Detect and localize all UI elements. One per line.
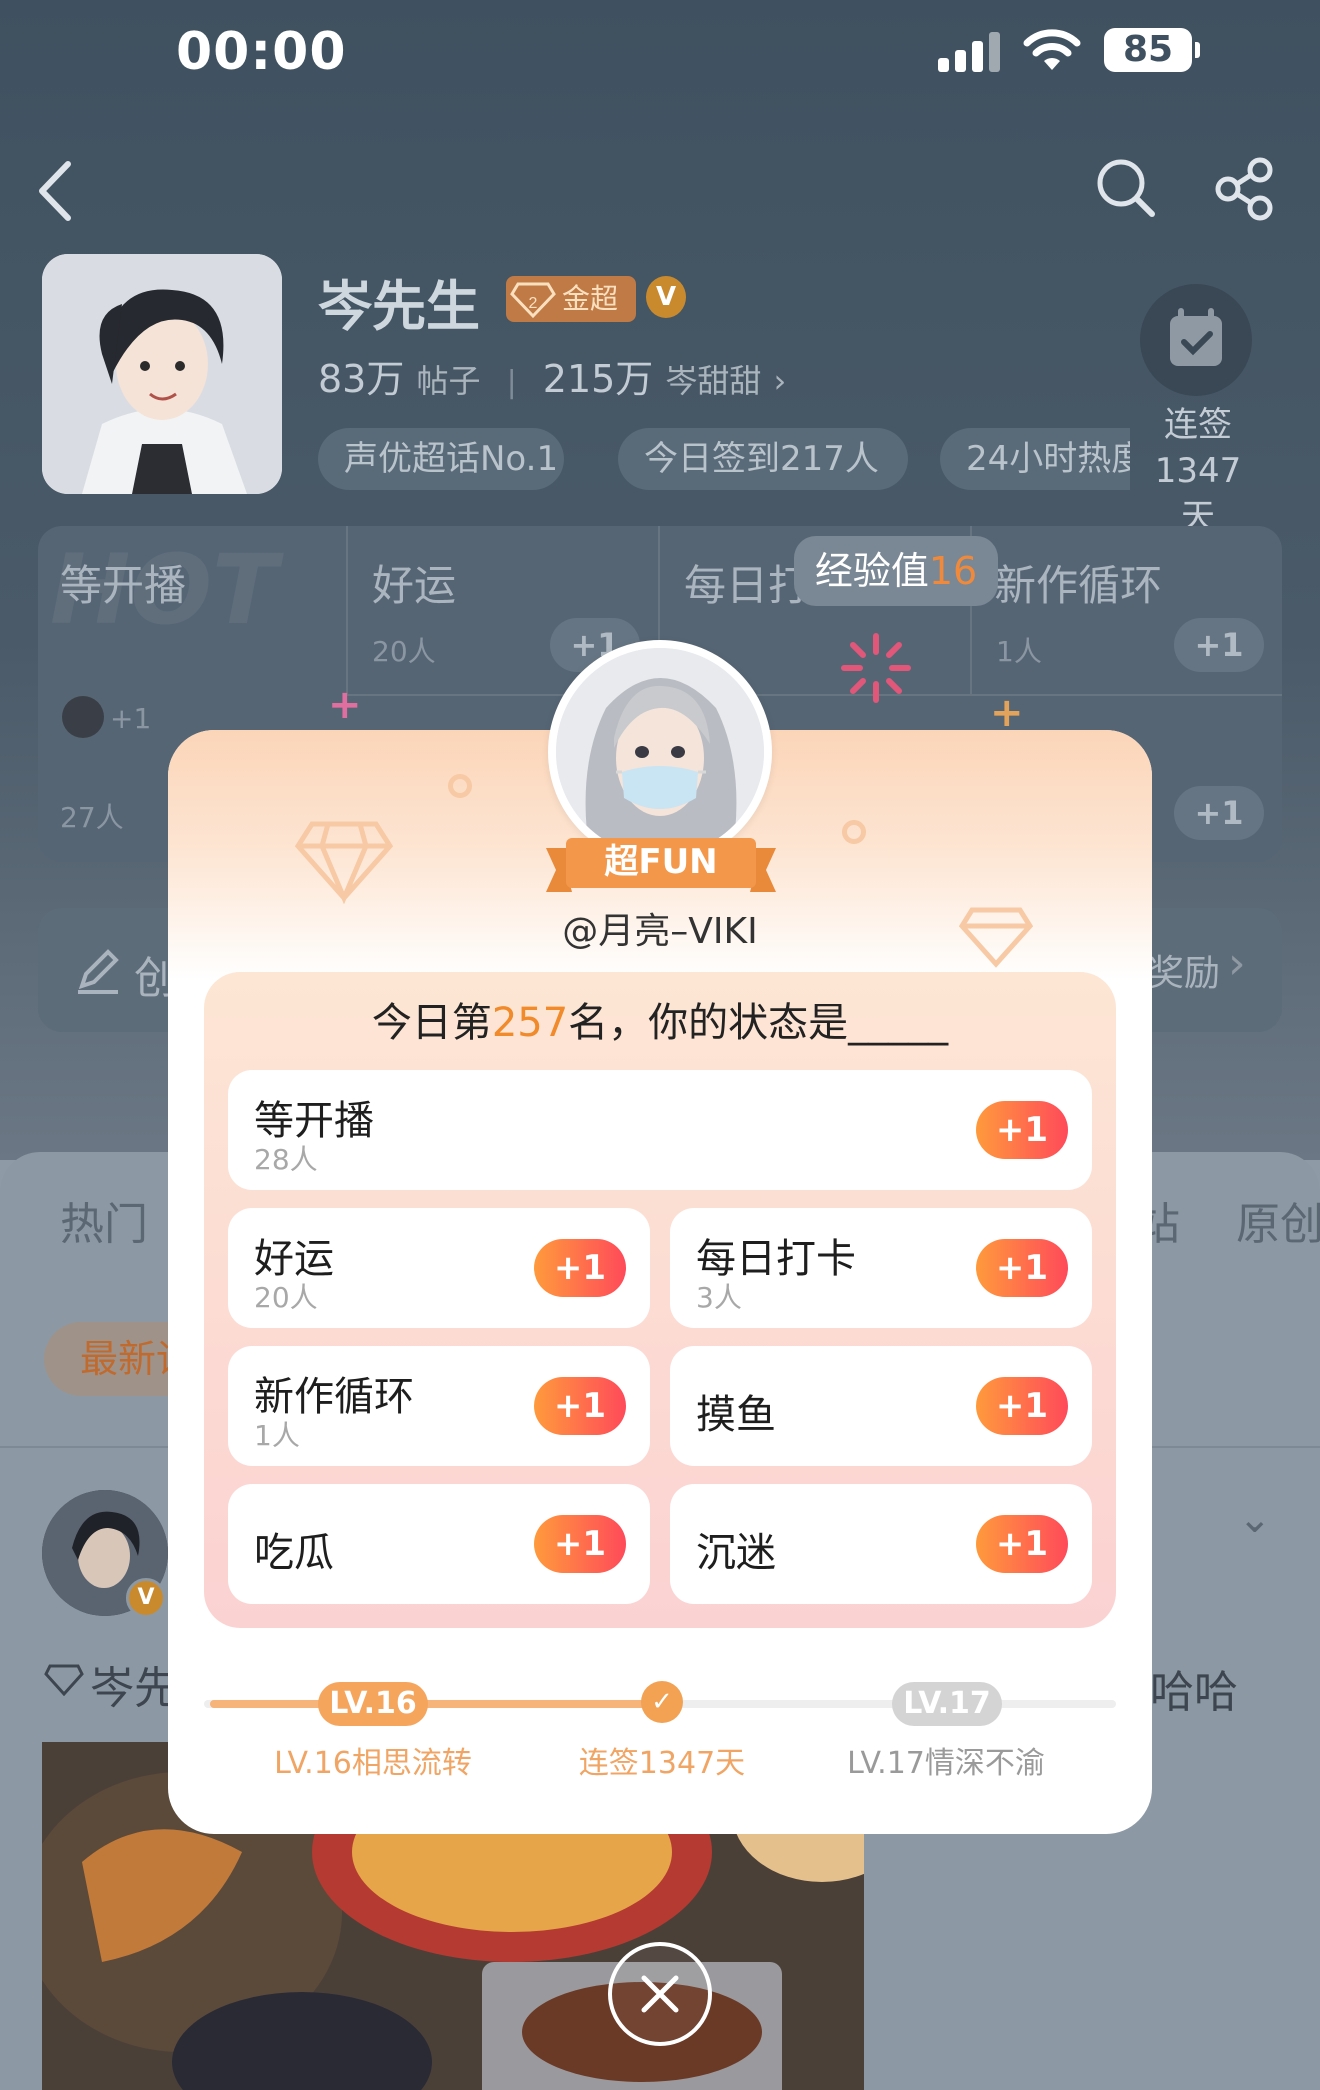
exp-label: 经验值 — [814, 549, 929, 593]
posts-count: 83万 — [318, 357, 405, 401]
status-option-count: 3人 — [696, 1281, 742, 1314]
gold-super-badge[interactable]: 2 金超 — [506, 276, 636, 322]
post-author-name: 岑先 — [90, 1663, 178, 1714]
status-option-count: 20人 — [254, 1281, 318, 1314]
share-icon[interactable] — [1212, 156, 1278, 226]
fan-avatar[interactable] — [548, 640, 772, 864]
bg-grid-plus-button[interactable]: +1 — [1174, 618, 1264, 672]
exp-gain-toast: 经验值16 — [794, 536, 998, 606]
bg-grid-plus-button[interactable]: +1 — [1174, 786, 1264, 840]
verified-icon: V — [646, 276, 686, 318]
status-option[interactable]: 等开播 28人 +1 — [228, 1070, 1092, 1190]
bg-grid-sub: 1人 — [996, 635, 1042, 668]
bg-grid-avatar — [62, 696, 104, 738]
status-option[interactable]: 摸鱼 +1 — [670, 1346, 1092, 1466]
status-option-count: 1人 — [254, 1419, 300, 1452]
close-icon — [641, 1975, 679, 2013]
next-level-pill: LV.17 — [892, 1682, 1002, 1726]
deco-circle — [842, 820, 866, 844]
exp-value: 16 — [928, 549, 978, 593]
deco-circle — [448, 774, 472, 798]
status-option[interactable]: 沉迷 +1 — [670, 1484, 1092, 1604]
close-button[interactable] — [608, 1942, 712, 2046]
plus-one-button[interactable]: +1 — [534, 1239, 626, 1297]
level-progress-fill — [210, 1700, 664, 1708]
fan-badge-label: 超FUN — [604, 842, 718, 882]
battery-indicator: 85 — [1104, 28, 1200, 72]
fans-label[interactable]: 岑甜甜 — [665, 362, 761, 400]
status-time: 00:00 — [176, 22, 347, 82]
rank-title: 今日第257名，你的状态是_____ — [204, 990, 1116, 1048]
cellular-signal-icon — [938, 30, 1002, 72]
rank-suffix: 名，你的状态是_____ — [568, 1000, 949, 1046]
status-option-title: 吃瓜 — [254, 1530, 334, 1576]
calendar-check-icon — [1170, 308, 1222, 366]
plus-one-button[interactable]: +1 — [976, 1239, 1068, 1297]
next-level-caption: LV.17情深不渝 — [847, 1746, 1045, 1781]
bg-grid-title: 好运 — [372, 561, 457, 610]
chevron-down-icon[interactable]: ⌄ — [1238, 1496, 1272, 1542]
fan-username: @月亮–VIKI — [562, 911, 758, 952]
fans-count: 215万 — [542, 357, 654, 401]
diamond-icon: 2 — [510, 282, 556, 319]
chevron-right-icon: › — [1228, 938, 1246, 989]
bg-grid-plus-mini: +1 — [110, 702, 152, 735]
grid-divider — [346, 526, 348, 696]
checkmark-icon: ✓ — [641, 1681, 683, 1723]
rank-prefix: 今日第 — [371, 1000, 492, 1046]
chevron-right-icon: › — [773, 362, 787, 400]
tag-chip[interactable]: 声优超话No.1 — [318, 428, 564, 490]
checkin-button[interactable] — [1140, 284, 1252, 396]
verified-icon: V — [126, 1578, 166, 1618]
post-text-snippet: 哈哈 — [1150, 1667, 1238, 1718]
plus-one-button[interactable]: +1 — [976, 1515, 1068, 1573]
pen-edit-icon — [78, 949, 119, 994]
diamond-deco-icon — [294, 821, 394, 904]
bg-grid-sub: 27人 — [60, 801, 124, 834]
checkin-label-line1: 连签 — [1164, 405, 1232, 445]
bg-grid-title: 新作循环 — [994, 561, 1163, 610]
status-option-count: 28人 — [254, 1143, 318, 1176]
plus-one-button[interactable]: +1 — [976, 1101, 1068, 1159]
tag-chip[interactable]: 24小时热度 — [940, 428, 1130, 490]
svg-text:2: 2 — [529, 295, 538, 312]
status-option[interactable]: 吃瓜 +1 — [228, 1484, 650, 1604]
posts-label: 帖子 — [416, 362, 481, 400]
status-option[interactable]: 新作循环 1人 +1 — [228, 1346, 650, 1466]
current-level-caption: LV.16相思流转 — [274, 1746, 472, 1781]
status-option-title: 沉迷 — [696, 1530, 776, 1576]
bg-grid-sub: 20人 — [372, 635, 436, 668]
sparkle-icon — [841, 633, 911, 703]
plus-one-button[interactable]: +1 — [534, 1377, 626, 1435]
topic-avatar[interactable] — [42, 254, 282, 494]
current-level-pill: LV.16 — [318, 1682, 428, 1726]
plus-sparkle-icon: + — [328, 682, 362, 728]
wifi-icon — [1022, 26, 1082, 72]
tab-original[interactable]: 原创 — [1236, 1188, 1320, 1252]
plus-one-button[interactable]: +1 — [534, 1515, 626, 1573]
topic-stats: 83万 帖子 | 215万 岑甜甜 › — [318, 357, 787, 401]
streak-caption: 连签1347天 — [578, 1746, 746, 1781]
gold-badge-label: 金超 — [562, 282, 619, 315]
back-arrow-icon[interactable] — [30, 156, 80, 230]
grid-divider — [346, 694, 1282, 696]
tag-chip[interactable]: 今日签到217人 — [618, 428, 908, 490]
topic-name: 岑先生 — [318, 275, 480, 338]
checkin-label: 连签 1347天 — [1140, 402, 1256, 540]
plus-one-button[interactable]: +1 — [976, 1377, 1068, 1435]
status-option-title: 摸鱼 — [696, 1392, 776, 1438]
diamond-icon — [44, 1664, 84, 1697]
status-option[interactable]: 好运 20人 +1 — [228, 1208, 650, 1328]
bg-grid-title: 等开播 — [60, 561, 187, 610]
tab-hot[interactable]: 热门 — [60, 1188, 148, 1252]
reward-label: 奖励 — [1148, 953, 1221, 994]
search-icon[interactable] — [1094, 156, 1158, 224]
rank-number: 257 — [491, 1000, 569, 1046]
status-option[interactable]: 每日打卡 3人 +1 — [670, 1208, 1092, 1328]
